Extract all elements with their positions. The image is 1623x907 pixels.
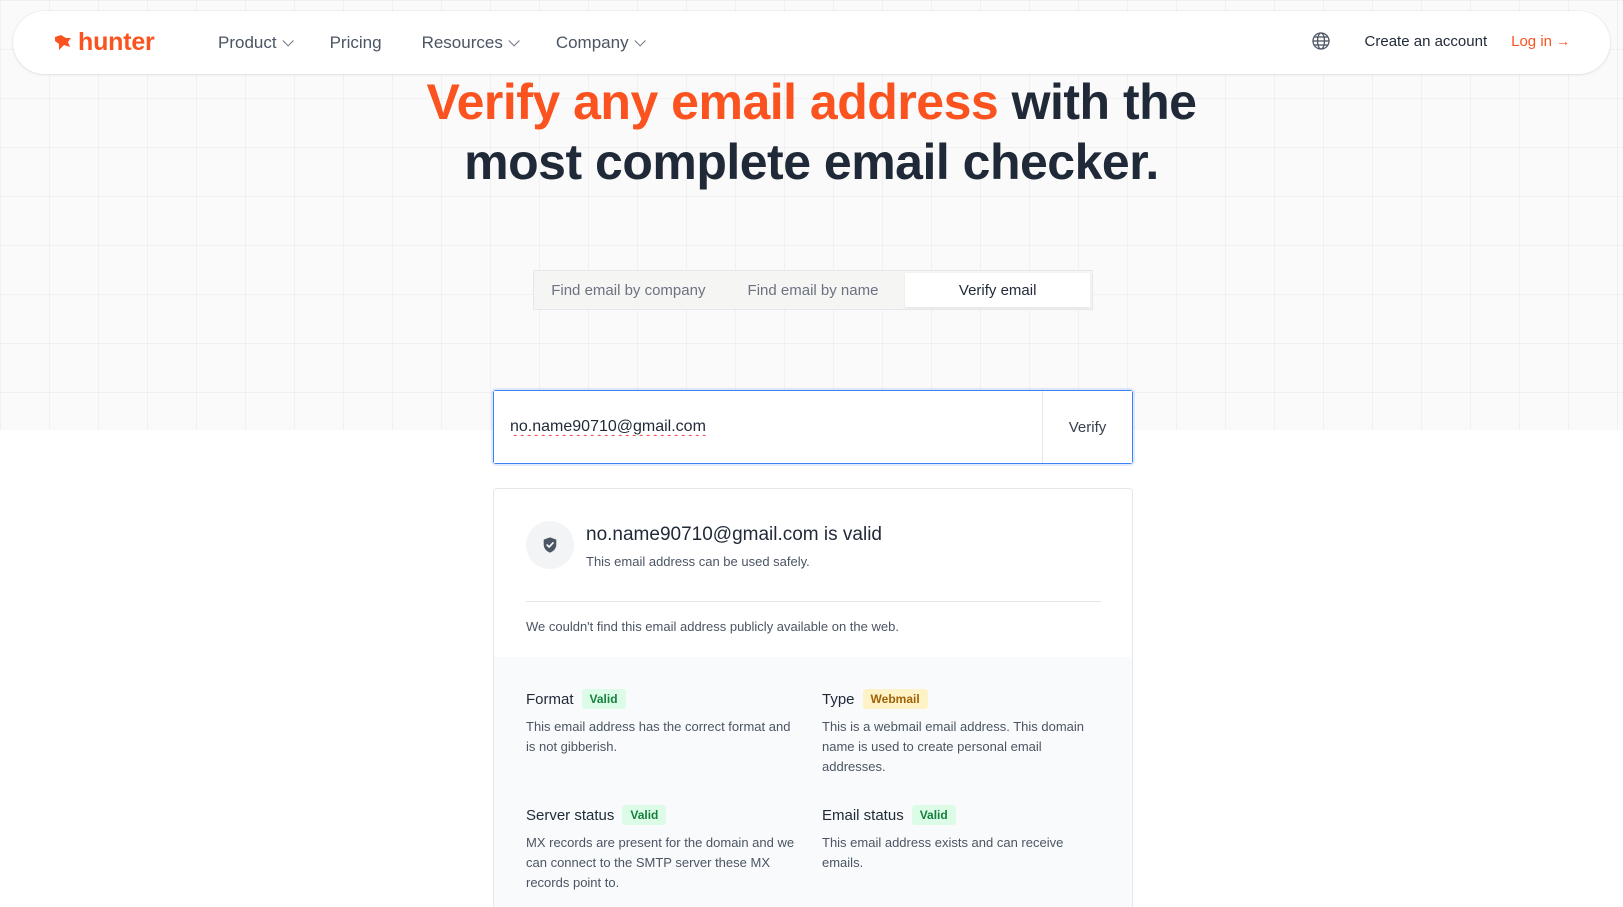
- hero-line2: most complete email checker.: [464, 134, 1159, 190]
- result-text: no.name90710@gmail.com is valid This ema…: [586, 521, 882, 569]
- status-badge: Valid: [581, 689, 626, 709]
- result-title: no.name90710@gmail.com is valid: [586, 524, 882, 545]
- result-subtitle: This email address can be used safely.: [586, 554, 810, 569]
- shield-badge: [526, 521, 574, 569]
- detail-label: Server status: [526, 806, 615, 824]
- globe-icon[interactable]: [1311, 31, 1331, 51]
- nav-resources-label: Resources: [421, 33, 503, 52]
- tab-find-by-company[interactable]: Find email by company: [536, 273, 721, 307]
- detail-email-status: Email status Valid This email address ex…: [822, 805, 1092, 873]
- nav-pricing[interactable]: Pricing: [330, 31, 382, 55]
- nav-product[interactable]: Product: [218, 31, 294, 55]
- email-input[interactable]: [494, 391, 1042, 463]
- arrow-right-icon: →: [1556, 33, 1570, 49]
- status-badge: Valid: [911, 805, 956, 825]
- login-label: Log in: [1511, 32, 1552, 50]
- nav-pricing-label: Pricing: [329, 33, 382, 52]
- detail-type: Type Webmail This is a webmail email add…: [822, 689, 1092, 777]
- detail-label: Format: [526, 690, 574, 708]
- detail-description: This email address has the correct forma…: [526, 719, 791, 754]
- hunter-logo[interactable]: hunter: [53, 28, 155, 57]
- chevron-down-icon: [282, 35, 294, 47]
- detail-format: Format Valid This email address has the …: [526, 689, 796, 757]
- hero-heading: Verify any email address with the most c…: [0, 72, 1623, 192]
- result-header: no.name90710@gmail.com is valid This ema…: [526, 521, 882, 569]
- fox-logo-icon: [55, 34, 71, 50]
- create-account-link[interactable]: Create an account: [1365, 33, 1488, 50]
- hero-rest: with the: [998, 74, 1197, 130]
- nav-product-label: Product: [218, 33, 277, 52]
- top-navbar: hunter Product Pricing Resources Company…: [13, 11, 1610, 74]
- shield-check-icon: [543, 537, 557, 553]
- web-sources-note: We couldn't find this email address publ…: [526, 619, 899, 634]
- verify-button[interactable]: Verify: [1042, 391, 1132, 463]
- tab-verify-email[interactable]: Verify email: [905, 273, 1091, 307]
- tab-find-by-name[interactable]: Find email by name: [721, 273, 906, 307]
- status-badge: Valid: [622, 805, 667, 825]
- status-badge: Webmail: [862, 689, 928, 709]
- verification-result-card: no.name90710@gmail.com is valid This ema…: [493, 488, 1133, 907]
- main-nav: Product Pricing Resources Company: [218, 31, 682, 55]
- detail-label: Email status: [822, 806, 904, 824]
- nav-resources[interactable]: Resources: [421, 31, 520, 55]
- brand-name: hunter: [78, 28, 155, 56]
- chevron-down-icon: [508, 35, 520, 47]
- result-details: Format Valid This email address has the …: [494, 657, 1132, 907]
- hero-accent: Verify any email address: [426, 74, 999, 130]
- detail-description: This email address exists and can receiv…: [822, 835, 1064, 870]
- detail-label: Type: [822, 690, 855, 708]
- search-mode-tabs: Find email by company Find email by name…: [533, 270, 1093, 310]
- login-link[interactable]: Log in →: [1511, 33, 1570, 50]
- detail-description: MX records are present for the domain an…: [526, 835, 795, 890]
- nav-company-label: Company: [555, 33, 629, 52]
- detail-server-status: Server status Valid MX records are prese…: [526, 805, 796, 893]
- detail-description: This is a webmail email address. This do…: [822, 719, 1085, 774]
- verify-search-box: Verify: [493, 390, 1133, 464]
- nav-company[interactable]: Company: [555, 31, 646, 55]
- nav-actions: Create an account Log in →: [1311, 31, 1570, 51]
- chevron-down-icon: [634, 35, 646, 47]
- divider: [526, 601, 1101, 602]
